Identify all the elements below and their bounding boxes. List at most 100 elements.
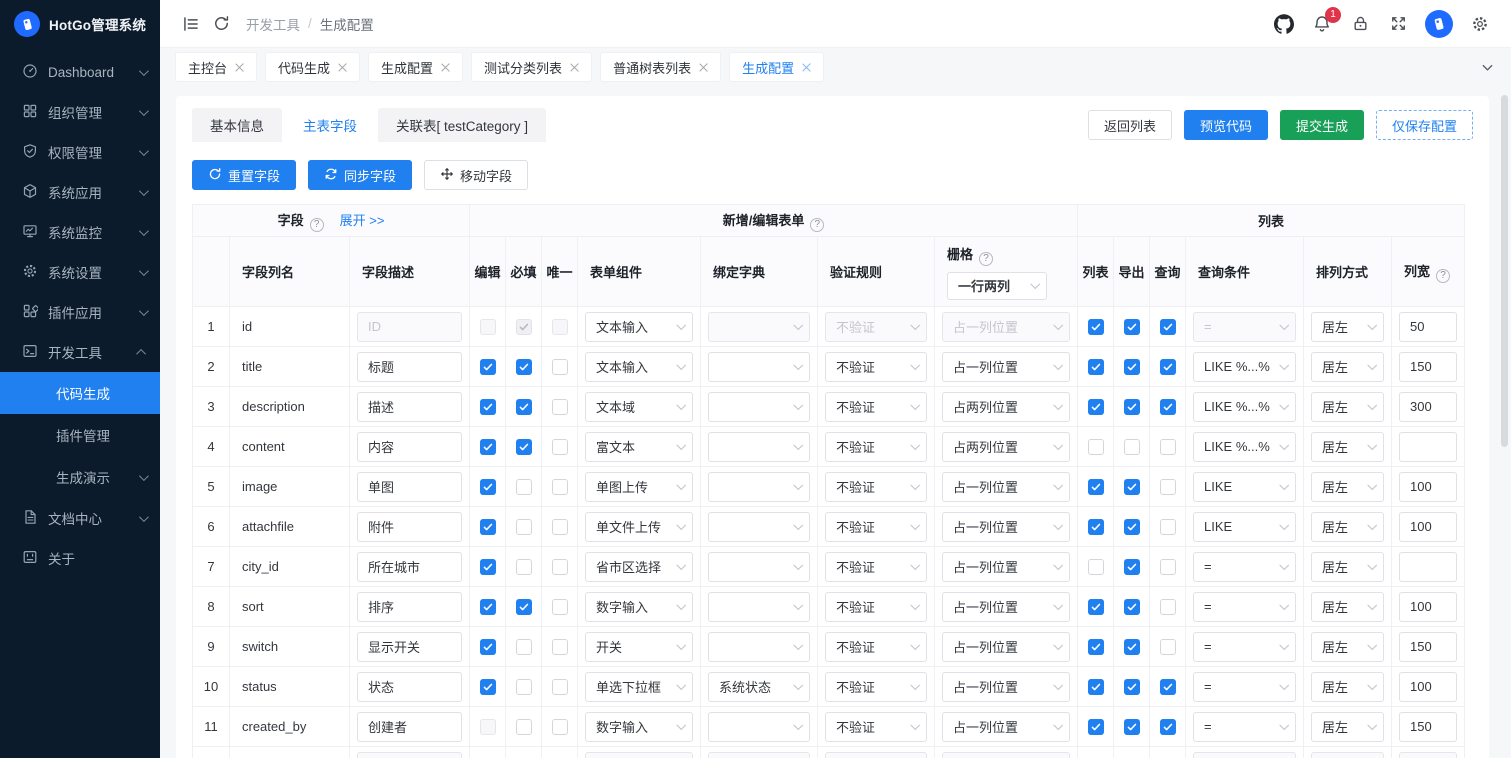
checkbox[interactable] (552, 599, 568, 615)
tab-close-icon[interactable] (699, 63, 708, 72)
text-input[interactable]: 状态 (357, 672, 462, 702)
text-input[interactable]: 所在城市 (357, 552, 462, 582)
select[interactable]: 占一列位置 (942, 512, 1070, 542)
checkbox[interactable] (516, 399, 532, 415)
checkbox[interactable] (1088, 439, 1104, 455)
config-tab-关联表[ testCategory ][interactable]: 关联表[ testCategory ] (378, 108, 546, 142)
checkbox[interactable] (480, 399, 496, 415)
重置字段-button[interactable]: 重置字段 (192, 160, 296, 190)
config-tab-主表字段[interactable]: 主表字段 (285, 108, 375, 142)
help-icon[interactable]: ? (979, 252, 993, 266)
select[interactable]: 省市区选择 (585, 552, 693, 582)
checkbox[interactable] (1088, 519, 1104, 535)
select[interactable]: 居左 (1311, 352, 1384, 382)
select[interactable]: 单图上传 (585, 472, 693, 502)
select[interactable]: 不验证 (825, 672, 927, 702)
tab-close-icon[interactable] (338, 63, 347, 72)
text-input[interactable]: 150 (1399, 712, 1457, 742)
config-tab-基本信息[interactable]: 基本信息 (192, 108, 282, 142)
checkbox[interactable] (1124, 439, 1140, 455)
sidebar-item-系统应用[interactable]: 系统应用 (0, 172, 160, 212)
checkbox[interactable] (1124, 319, 1140, 335)
select[interactable]: 不验证 (825, 472, 927, 502)
select[interactable]: 单文件上传 (585, 512, 693, 542)
page-tag-代码生成[interactable]: 代码生成 (266, 53, 359, 81)
text-input[interactable]: 150 (1399, 352, 1457, 382)
select[interactable]: LIKE (1193, 512, 1296, 542)
text-input[interactable] (1399, 552, 1457, 582)
同步字段-button[interactable]: 同步字段 (308, 160, 412, 190)
text-input[interactable]: 描述 (357, 392, 462, 422)
select[interactable]: 居左 (1311, 512, 1384, 542)
select[interactable]: 不验证 (825, 432, 927, 462)
text-input[interactable]: 排序 (357, 592, 462, 622)
select[interactable]: 居左 (1311, 312, 1384, 342)
text-input[interactable]: 100 (1399, 592, 1457, 622)
lock-screen-icon[interactable] (1345, 9, 1375, 39)
text-input[interactable]: 标题 (357, 352, 462, 382)
checkbox[interactable] (1124, 479, 1140, 495)
仅保存配置-button[interactable]: 仅保存配置 (1376, 110, 1473, 140)
expand-link[interactable]: 展开 >> (340, 213, 385, 228)
checkbox[interactable] (552, 519, 568, 535)
help-icon[interactable]: ? (310, 218, 324, 232)
sidebar-item-权限管理[interactable]: 权限管理 (0, 132, 160, 172)
checkbox[interactable] (1160, 679, 1176, 695)
提交生成-button[interactable]: 提交生成 (1280, 110, 1364, 140)
select[interactable] (708, 552, 810, 582)
select[interactable]: = (1193, 672, 1296, 702)
checkbox[interactable] (552, 439, 568, 455)
select[interactable]: 不验证 (825, 352, 927, 382)
checkbox[interactable] (516, 639, 532, 655)
checkbox[interactable] (1160, 359, 1176, 375)
select[interactable]: 数字输入 (585, 592, 693, 622)
help-icon[interactable]: ? (810, 218, 824, 232)
select[interactable]: 居左 (1311, 472, 1384, 502)
checkbox[interactable] (1088, 479, 1104, 495)
select[interactable]: = (1193, 632, 1296, 662)
checkbox[interactable] (1160, 479, 1176, 495)
select[interactable]: LIKE %...% (1193, 352, 1296, 382)
checkbox[interactable] (1124, 639, 1140, 655)
select[interactable]: 占一列位置 (942, 672, 1070, 702)
sidebar-item-关于[interactable]: 关于 (0, 538, 160, 578)
select[interactable]: 占两列位置 (942, 432, 1070, 462)
checkbox[interactable] (1124, 599, 1140, 615)
checkbox[interactable] (1088, 399, 1104, 415)
select[interactable]: 不验证 (825, 512, 927, 542)
text-input[interactable]: 150 (1399, 632, 1457, 662)
checkbox[interactable] (480, 639, 496, 655)
checkbox[interactable] (1088, 599, 1104, 615)
select[interactable] (708, 472, 810, 502)
checkbox[interactable] (1124, 399, 1140, 415)
预览代码-button[interactable]: 预览代码 (1184, 110, 1268, 140)
checkbox[interactable] (1124, 559, 1140, 575)
select[interactable]: 单选下拉框 (585, 672, 693, 702)
select[interactable]: 系统状态 (708, 672, 810, 702)
sidebar-item-开发工具[interactable]: 开发工具 (0, 332, 160, 372)
text-input[interactable]: 附件 (357, 512, 462, 542)
help-icon[interactable]: ? (1436, 269, 1450, 283)
checkbox[interactable] (1160, 719, 1176, 735)
reload-icon[interactable] (206, 9, 236, 39)
select[interactable]: = (1193, 592, 1296, 622)
checkbox[interactable] (516, 719, 532, 735)
text-input[interactable]: 100 (1399, 472, 1457, 502)
select[interactable]: LIKE %...% (1193, 432, 1296, 462)
select[interactable]: 文本域 (585, 392, 693, 422)
checkbox[interactable] (1088, 359, 1104, 375)
select[interactable]: 不验证 (825, 712, 927, 742)
tab-close-icon[interactable] (235, 63, 244, 72)
checkbox[interactable] (516, 559, 532, 575)
select[interactable]: 占一列位置 (942, 712, 1070, 742)
page-tag-普通树表列表[interactable]: 普通树表列表 (601, 53, 720, 81)
checkbox[interactable] (1088, 679, 1104, 695)
checkbox[interactable] (480, 679, 496, 695)
page-tag-主控台[interactable]: 主控台 (176, 53, 256, 81)
checkbox[interactable] (1124, 679, 1140, 695)
select[interactable]: 开关 (585, 632, 693, 662)
checkbox[interactable] (480, 599, 496, 615)
select[interactable] (708, 392, 810, 422)
select[interactable]: LIKE (1193, 472, 1296, 502)
tab-close-icon[interactable] (441, 63, 450, 72)
